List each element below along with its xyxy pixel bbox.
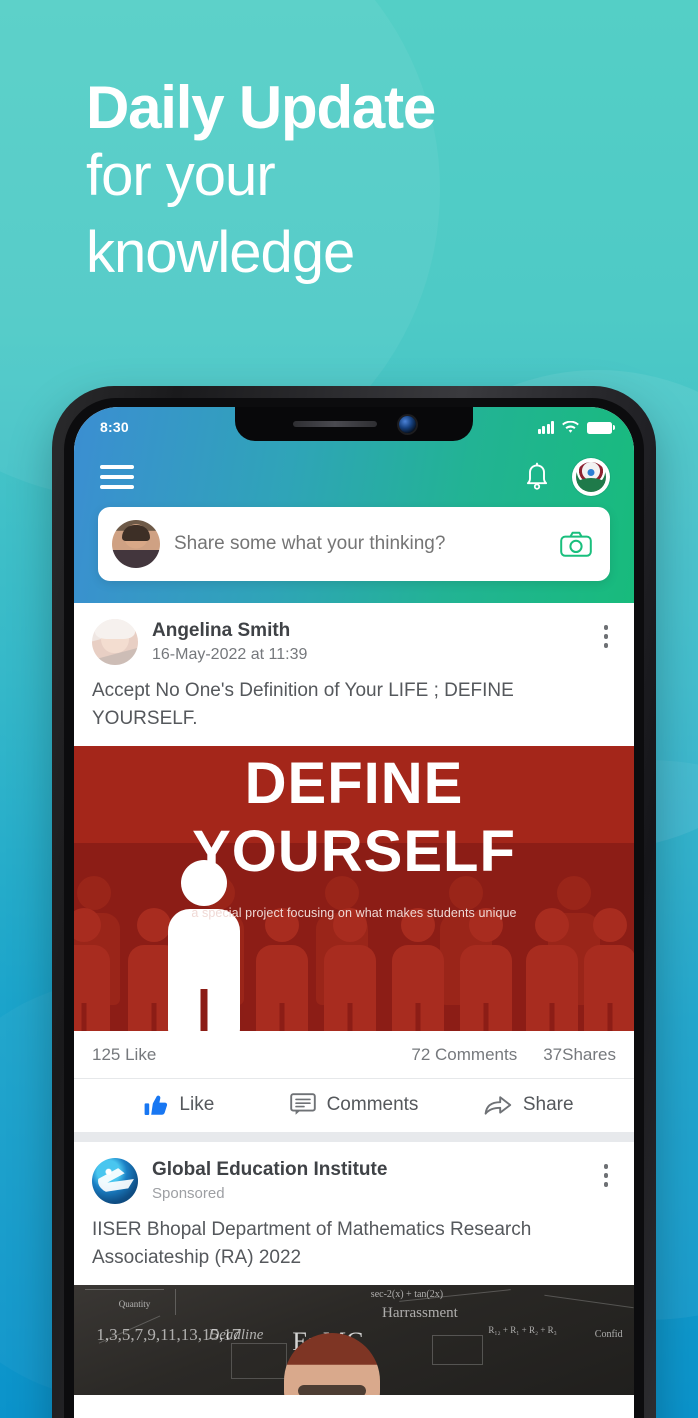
post-composer[interactable] bbox=[98, 507, 610, 581]
feed-post: Global Education Institute Sponsored IIS… bbox=[74, 1142, 634, 1396]
signal-icon bbox=[537, 420, 554, 434]
status-bar-icons bbox=[537, 420, 615, 434]
headline-line-3: knowledge bbox=[86, 219, 355, 285]
share-button-label: Share bbox=[522, 1093, 574, 1115]
phone-bezel: 8:30 Share some what your thinking? Ange… bbox=[64, 398, 644, 1418]
composer-wrapper bbox=[74, 507, 634, 603]
earpiece-speaker-icon bbox=[292, 421, 377, 427]
sponsored-badge: Sponsored bbox=[152, 1184, 225, 1202]
post-image[interactable]: DEFINE YOURSELF a special project focusi… bbox=[74, 746, 634, 1032]
post-actions: Like Comments Share bbox=[74, 1079, 634, 1132]
post-stats: 125 Like 72 Comments 37Shares bbox=[74, 1031, 634, 1080]
chalk-text: Quantity bbox=[118, 1299, 151, 1310]
post-text: Accept No One's Definition of Your LIFE … bbox=[92, 680, 514, 729]
post-header-text: Global Education Institute Sponsored bbox=[152, 1158, 582, 1202]
nav-right-group bbox=[524, 458, 610, 496]
chalk-text: R₁₂ + R₁ + R₂ + R₃ bbox=[488, 1325, 557, 1336]
avatar[interactable] bbox=[92, 1158, 138, 1205]
poster-subtitle: a special project focusing on what makes… bbox=[191, 906, 517, 921]
like-button-label: Like bbox=[179, 1093, 215, 1115]
feed: Angelina Smith 16-May-2022 at 11:39 Acce… bbox=[74, 603, 634, 1396]
comments-button[interactable]: Comments bbox=[267, 1093, 442, 1116]
chalk-text: Harrassment bbox=[382, 1305, 458, 1322]
share-button[interactable]: Share bbox=[441, 1094, 616, 1116]
post-author-name[interactable]: Angelina Smith bbox=[152, 619, 582, 643]
app-nav-bar bbox=[74, 447, 634, 507]
poster-title-line-2: YOURSELF bbox=[192, 819, 516, 885]
front-camera-icon bbox=[398, 415, 416, 433]
chalk-text: sec-2(x) + tan(2x) bbox=[370, 1289, 444, 1301]
post-options-icon[interactable] bbox=[596, 1158, 616, 1187]
share-arrow-icon bbox=[484, 1094, 512, 1116]
battery-icon bbox=[587, 421, 615, 434]
post-header-text: Angelina Smith 16-May-2022 at 11:39 bbox=[152, 619, 582, 664]
avatar[interactable] bbox=[92, 619, 138, 665]
post-text: IISER Bhopal Department of Mathematics R… bbox=[92, 1219, 532, 1268]
post-image[interactable]: Quantity 1,3,5,7,9,11,13,15,17 Deadline … bbox=[74, 1285, 634, 1396]
phone-mockup: 8:30 Share some what your thinking? Ange… bbox=[52, 386, 656, 1418]
like-count[interactable]: 125 Like bbox=[92, 1045, 411, 1065]
status-bar-time: 8:30 bbox=[100, 419, 129, 435]
camera-icon[interactable] bbox=[560, 531, 592, 557]
post-timestamp: 16-May-2022 at 11:39 bbox=[152, 645, 308, 663]
phone-notch bbox=[235, 407, 473, 441]
like-button[interactable]: Like bbox=[92, 1094, 267, 1116]
composer-input[interactable] bbox=[174, 533, 546, 555]
hamburger-menu-icon[interactable] bbox=[100, 465, 134, 489]
promo-headline: Daily Update for your knowledge bbox=[86, 78, 646, 291]
thumbs-up-icon bbox=[144, 1094, 168, 1116]
post-header: Angelina Smith 16-May-2022 at 11:39 bbox=[74, 603, 634, 665]
phone-screen: 8:30 Share some what your thinking? Ange… bbox=[74, 407, 634, 1418]
headline-line-2: for your bbox=[86, 143, 276, 208]
post-author-name[interactable]: Global Education Institute bbox=[152, 1158, 582, 1182]
comment-count[interactable]: 72 Comments bbox=[411, 1045, 517, 1065]
headline-line-1: Daily Update bbox=[86, 74, 436, 141]
post-header: Global Education Institute Sponsored bbox=[74, 1142, 634, 1205]
comment-bubble-icon bbox=[289, 1093, 316, 1116]
notification-bell-icon[interactable] bbox=[524, 462, 550, 492]
wifi-icon bbox=[562, 420, 579, 434]
chalk-text: Deadline bbox=[208, 1327, 264, 1344]
comments-button-label: Comments bbox=[326, 1093, 419, 1115]
chalk-text: Confid bbox=[594, 1329, 623, 1341]
poster-title-line-1: DEFINE bbox=[244, 751, 464, 817]
app-brand-logo-icon[interactable] bbox=[572, 458, 610, 496]
post-options-icon[interactable] bbox=[596, 619, 616, 648]
feed-post: Angelina Smith 16-May-2022 at 11:39 Acce… bbox=[74, 603, 634, 1133]
composer-avatar bbox=[112, 520, 160, 568]
share-count[interactable]: 37Shares bbox=[543, 1045, 616, 1065]
